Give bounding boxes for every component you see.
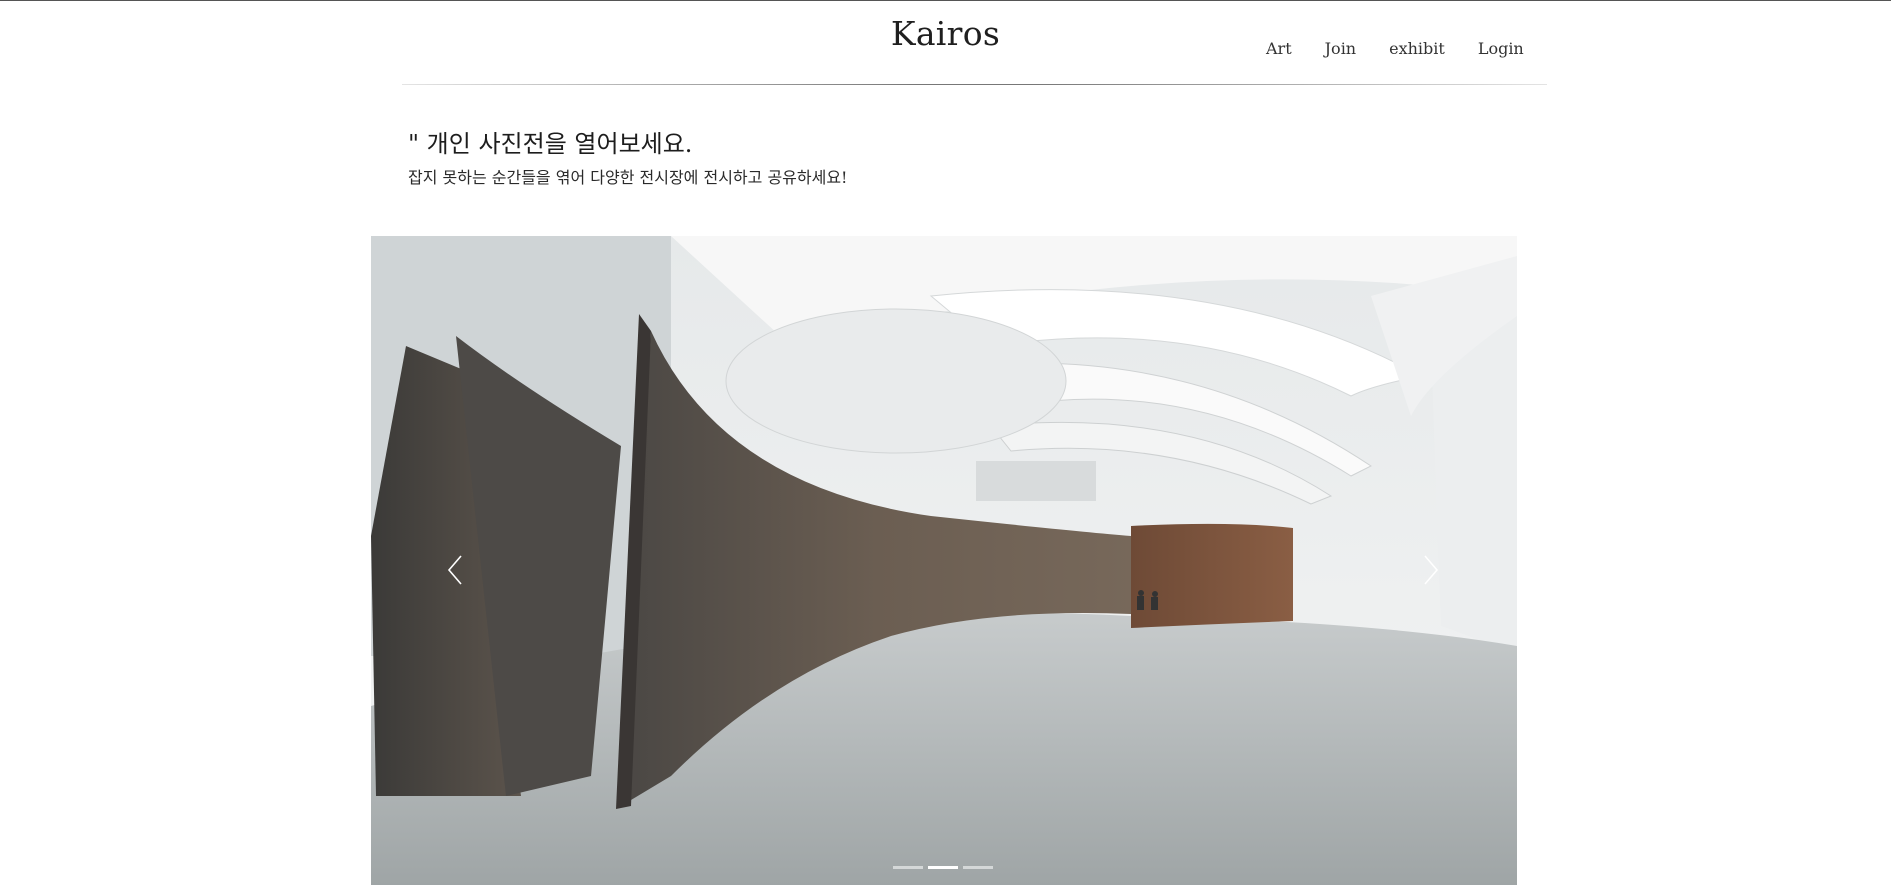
nav-join[interactable]: Join bbox=[1325, 38, 1356, 60]
top-border bbox=[0, 0, 1891, 1]
carousel-indicator-2[interactable] bbox=[928, 866, 958, 869]
chevron-left-icon bbox=[447, 555, 462, 585]
carousel-slide-image bbox=[371, 236, 1517, 885]
main-nav: Art Join exhibit Login bbox=[1266, 38, 1557, 60]
photo-carousel[interactable] bbox=[371, 236, 1517, 885]
carousel-next-button[interactable] bbox=[1419, 550, 1443, 590]
intro-headline: " 개인 사진전을 열어보세요. bbox=[408, 130, 693, 158]
chevron-right-icon bbox=[1424, 555, 1439, 585]
brand-logo[interactable]: Kairos bbox=[0, 14, 1891, 53]
nav-exhibit[interactable]: exhibit bbox=[1389, 38, 1445, 60]
nav-art[interactable]: Art bbox=[1266, 38, 1292, 60]
carousel-indicator-1[interactable] bbox=[893, 866, 923, 869]
carousel-indicators bbox=[893, 866, 993, 869]
header-divider bbox=[402, 84, 1547, 85]
carousel-prev-button[interactable] bbox=[443, 550, 467, 590]
carousel-indicator-3[interactable] bbox=[963, 866, 993, 869]
intro-subline: 잡지 못하는 순간들을 엮어 다양한 전시장에 전시하고 공유하세요! bbox=[408, 168, 848, 187]
nav-login[interactable]: Login bbox=[1478, 38, 1524, 60]
